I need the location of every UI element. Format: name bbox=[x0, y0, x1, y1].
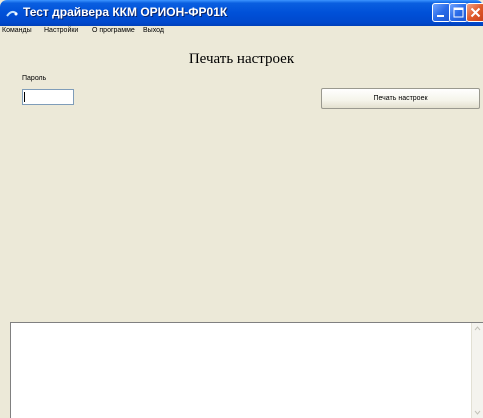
password-label: Пароль bbox=[22, 75, 47, 82]
title-bar[interactable]: Тест драйвера ККМ ОРИОН-ФР01К bbox=[0, 0, 483, 26]
scroll-down-arrow-icon[interactable] bbox=[473, 407, 482, 417]
scroll-up-arrow-icon[interactable] bbox=[473, 324, 482, 334]
menu-item-exit[interactable]: Выход bbox=[143, 27, 164, 34]
menu-bar: Команды Настройки О программе Выход bbox=[0, 26, 483, 40]
app-window: Тест драйвера ККМ ОРИОН-ФР01К Команды На… bbox=[0, 0, 483, 418]
window-title: Тест драйвера ККМ ОРИОН-ФР01К bbox=[23, 5, 228, 19]
menu-item-commands[interactable]: Команды bbox=[2, 27, 32, 34]
password-input[interactable] bbox=[22, 89, 74, 105]
vertical-scrollbar[interactable] bbox=[471, 323, 483, 418]
close-button[interactable] bbox=[466, 3, 483, 22]
print-settings-button[interactable]: Печать настроек bbox=[321, 88, 480, 109]
minimize-icon bbox=[437, 15, 444, 17]
app-icon bbox=[5, 6, 19, 20]
page-title: Печать настроек bbox=[188, 51, 295, 67]
output-textarea[interactable] bbox=[10, 322, 483, 418]
menu-item-settings[interactable]: Настройки bbox=[44, 27, 78, 34]
menu-item-about[interactable]: О программе bbox=[92, 27, 135, 34]
text-caret bbox=[24, 92, 25, 102]
maximize-icon bbox=[453, 7, 464, 18]
close-icon bbox=[470, 7, 481, 18]
